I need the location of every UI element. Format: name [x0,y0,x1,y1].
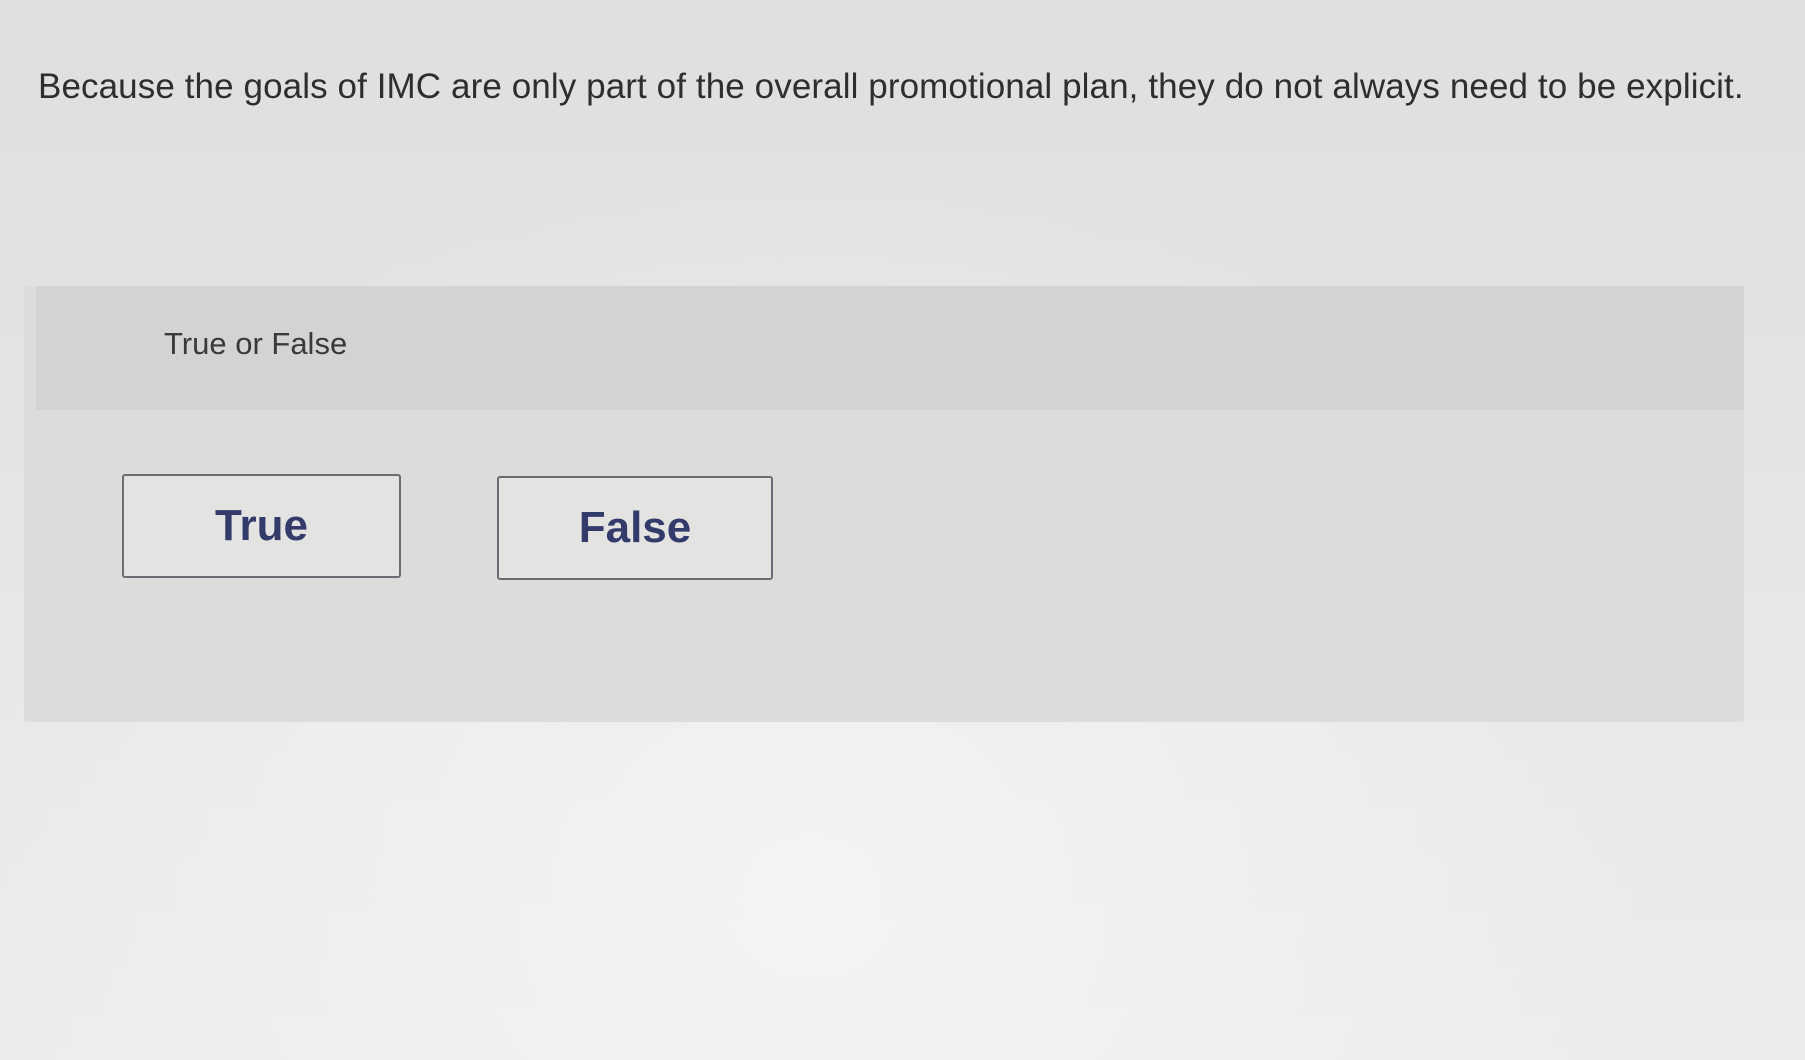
answer-panel: True or False True False [24,286,1744,722]
question-text: Because the goals of IMC are only part o… [38,67,1744,106]
answer-panel-header: True or False [36,286,1744,410]
false-button[interactable]: False [497,476,773,580]
question-type-label: True or False [164,326,348,361]
true-button[interactable]: True [122,474,401,578]
